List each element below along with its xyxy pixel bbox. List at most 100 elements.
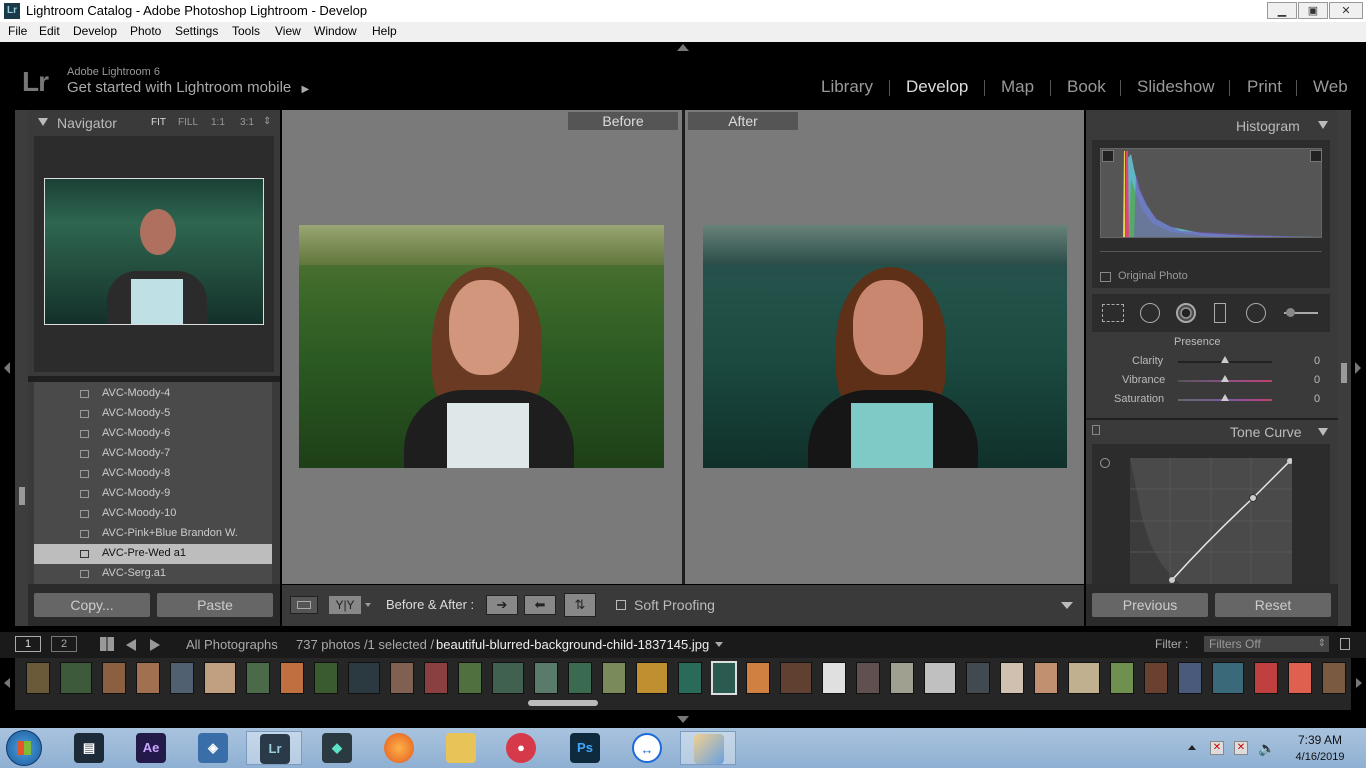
selected-filename[interactable]: beautiful-blurred-background-child-18371…: [436, 637, 709, 652]
previous-button[interactable]: Previous: [1092, 593, 1208, 617]
filmstrip-thumbnail[interactable]: [1254, 662, 1278, 694]
filmstrip-thumbnail[interactable]: [1178, 662, 1202, 694]
preset-item-selected[interactable]: AVC-Pre-Wed a1: [34, 544, 272, 564]
taskbar-paint[interactable]: [680, 731, 736, 765]
reset-button[interactable]: Reset: [1215, 593, 1331, 617]
vibrance-slider-knob[interactable]: [1221, 375, 1229, 382]
filmstrip-thumbnail[interactable]: [60, 662, 92, 694]
loupe-view-button[interactable]: [290, 596, 318, 614]
taskbar-media-player[interactable]: ▤: [68, 731, 110, 765]
monitor-1-button[interactable]: 1: [15, 636, 41, 652]
radial-filter-icon[interactable]: [1246, 303, 1266, 323]
taskbar-filmora[interactable]: ◆: [316, 731, 358, 765]
filmstrip-thumbnail[interactable]: [636, 662, 668, 694]
filmstrip-thumbnail[interactable]: [1034, 662, 1058, 694]
filmstrip-thumbnail[interactable]: [822, 662, 846, 694]
forward-arrow-icon[interactable]: [150, 639, 160, 651]
filmstrip-thumbnail[interactable]: [348, 662, 380, 694]
before-after-yy-button[interactable]: Y|Y: [329, 596, 361, 614]
red-eye-icon[interactable]: [1176, 303, 1196, 323]
filmstrip-scrollbar[interactable]: [528, 700, 598, 706]
zoom-1-1[interactable]: 1:1: [211, 117, 225, 128]
clock-date[interactable]: 4/16/2019: [1286, 751, 1354, 763]
grid-view-icon[interactable]: [100, 637, 114, 651]
source-label[interactable]: All Photographs: [186, 637, 278, 652]
filmstrip-thumbnail[interactable]: [890, 662, 914, 694]
filmstrip-right-arrow-icon[interactable]: [1356, 678, 1362, 688]
show-hidden-icons-arrow[interactable]: [1188, 745, 1196, 750]
network-status-icon[interactable]: ✕: [1234, 741, 1248, 755]
filmstrip-thumbnail[interactable]: [534, 662, 558, 694]
preset-item[interactable]: AVC-Pink+Blue Brandon W.: [34, 524, 272, 544]
filmstrip-thumbnail[interactable]: [424, 662, 448, 694]
start-button[interactable]: [6, 730, 42, 766]
navigator-thumbnail[interactable]: [44, 178, 264, 325]
monitor-2-button[interactable]: 2: [51, 636, 77, 652]
flag-icon[interactable]: ✕: [1210, 741, 1224, 755]
graduated-filter-icon[interactable]: [1214, 303, 1226, 323]
taskbar-explorer[interactable]: [440, 731, 482, 765]
tone-curve-toggle[interactable]: [1092, 425, 1100, 435]
filmstrip-thumbnail[interactable]: [568, 662, 592, 694]
preset-item[interactable]: AVC-Moody-10: [34, 504, 272, 524]
filmstrip-thumbnail[interactable]: [204, 662, 236, 694]
histogram-collapse-icon[interactable]: [1318, 121, 1328, 129]
menu-window[interactable]: Window: [314, 24, 357, 38]
close-button[interactable]: ✕: [1329, 2, 1363, 19]
module-print[interactable]: Print: [1247, 77, 1282, 97]
saturation-slider-knob[interactable]: [1221, 394, 1229, 401]
back-arrow-icon[interactable]: [126, 639, 136, 651]
preset-item[interactable]: AVC-Moody-6: [34, 424, 272, 444]
right-scrollbar-thumb[interactable]: [1341, 363, 1347, 383]
menu-view[interactable]: View: [275, 24, 301, 38]
vibrance-value[interactable]: 0: [1314, 374, 1320, 386]
filmstrip-thumbnail[interactable]: [136, 662, 160, 694]
maximize-button[interactable]: ▣: [1298, 2, 1328, 19]
filmstrip-thumbnail-selected[interactable]: [711, 661, 737, 695]
preset-item[interactable]: AVC-Moody-8: [34, 464, 272, 484]
filmstrip-thumbnail[interactable]: [602, 662, 626, 694]
shadow-clipping-icon[interactable]: [1102, 150, 1114, 162]
preset-item[interactable]: AVC-Serg.a1: [34, 564, 272, 584]
collapse-triangle-icon[interactable]: [38, 118, 48, 126]
saturation-value[interactable]: 0: [1314, 393, 1320, 405]
soft-proofing-checkbox[interactable]: [616, 600, 626, 610]
minimize-button[interactable]: ▁: [1267, 2, 1297, 19]
module-web[interactable]: Web: [1313, 77, 1348, 97]
filmstrip-thumbnail[interactable]: [1110, 662, 1134, 694]
preset-item[interactable]: AVC-Moody-7: [34, 444, 272, 464]
filmstrip-thumbnail[interactable]: [1212, 662, 1244, 694]
left-panel-toggle-arrow-icon[interactable]: [4, 362, 10, 374]
swap-before-after-button[interactable]: ⇅: [564, 593, 596, 617]
tone-curve-collapse-icon[interactable]: [1318, 428, 1328, 436]
highlight-clipping-icon[interactable]: [1310, 150, 1322, 162]
view-dropdown-arrow-icon[interactable]: [365, 603, 371, 607]
filmstrip-thumbnail[interactable]: [280, 662, 304, 694]
clarity-slider-knob[interactable]: [1221, 356, 1229, 363]
spot-removal-icon[interactable]: [1140, 303, 1160, 323]
filmstrip-thumbnail[interactable]: [746, 662, 770, 694]
clarity-value[interactable]: 0: [1314, 355, 1320, 367]
menu-help[interactable]: Help: [372, 24, 397, 38]
menu-file[interactable]: File: [8, 24, 27, 38]
filmstrip-thumbnail[interactable]: [1000, 662, 1024, 694]
target-adjust-icon[interactable]: [1100, 458, 1110, 468]
right-panel-toggle-arrow-icon[interactable]: [1355, 362, 1361, 374]
copy-after-to-before-button[interactable]: ⬅: [524, 595, 556, 615]
filmstrip-thumbnail[interactable]: [780, 662, 812, 694]
taskbar-firefox[interactable]: [378, 731, 420, 765]
module-develop[interactable]: Develop: [906, 77, 968, 97]
collapse-top-arrow-icon[interactable]: [677, 44, 689, 51]
before-photo[interactable]: [299, 225, 664, 468]
zoom-fill[interactable]: FILL: [178, 117, 198, 128]
copy-before-to-after-button[interactable]: ➔: [486, 595, 518, 615]
filmstrip-thumbnail[interactable]: [678, 662, 702, 694]
taskbar-teamviewer[interactable]: ↔: [626, 731, 668, 765]
taskbar-camera[interactable]: ●: [500, 731, 542, 765]
menu-photo[interactable]: Photo: [130, 24, 161, 38]
module-slideshow[interactable]: Slideshow: [1137, 77, 1215, 97]
filter-dropdown[interactable]: Filters Off ⇕: [1204, 636, 1329, 652]
filmstrip-thumbnail[interactable]: [492, 662, 524, 694]
taskbar-network-app[interactable]: ◈: [192, 731, 234, 765]
taskbar-photoshop[interactable]: Ps: [564, 731, 606, 765]
